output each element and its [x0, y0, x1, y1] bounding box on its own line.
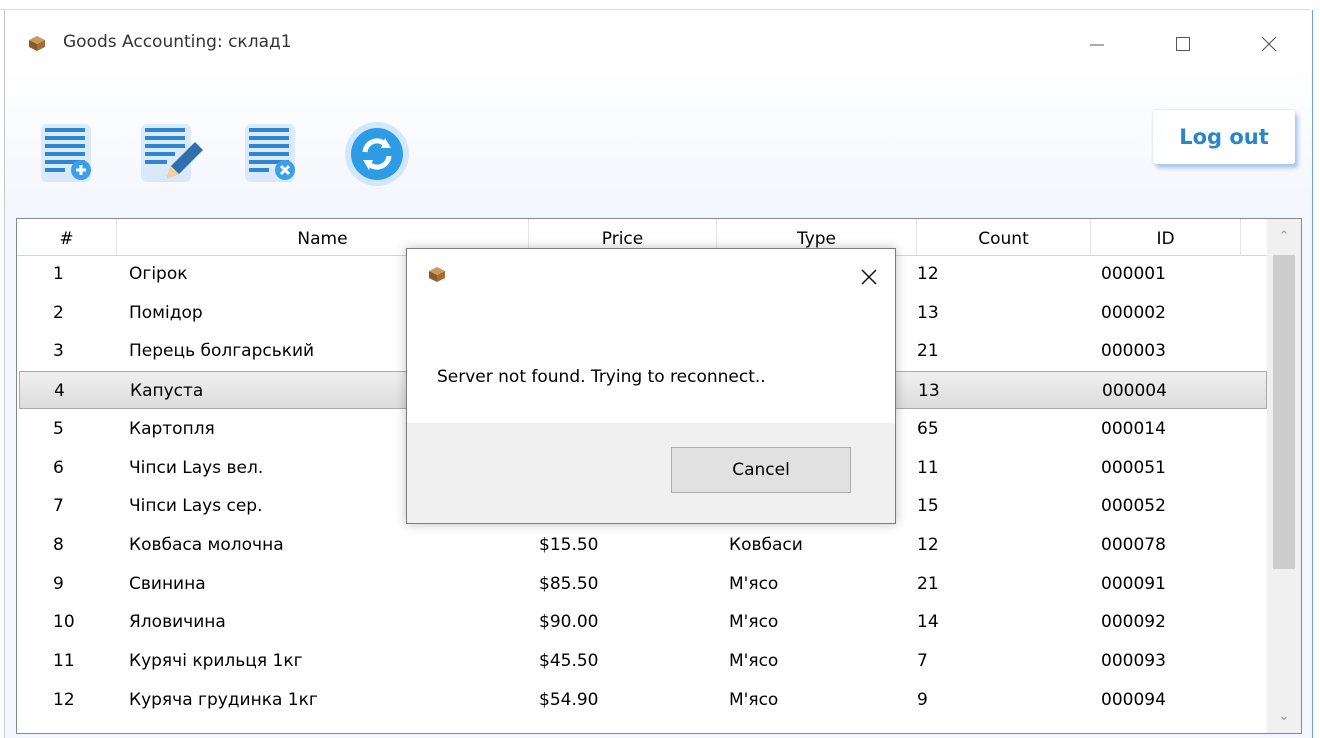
scroll-up-icon[interactable]: ⌃	[1267, 221, 1301, 251]
cell-count: 15	[917, 496, 939, 517]
cell-id: 000014	[1101, 418, 1166, 439]
cell-id: 000052	[1101, 496, 1166, 517]
refresh-button[interactable]	[341, 118, 411, 194]
cell-name: Яловичина	[129, 612, 226, 633]
table-row[interactable]: 9 Свинина $85.50 М'ясо 21 000091	[19, 565, 1267, 603]
cell-id: 000094	[1101, 689, 1166, 710]
cell-type: М'ясо	[729, 651, 779, 671]
add-item-button[interactable]	[37, 118, 107, 194]
cell-number: 11	[53, 651, 75, 671]
title-bar: Goods Accounting: склад1	[5, 10, 1312, 74]
table-row[interactable]: 12 Куряча грудинка 1кг $54.90 М'ясо 9 000094	[19, 681, 1267, 719]
table-row[interactable]: 11 Курячі крильця 1кг $45.50 М'ясо 7 000093	[19, 642, 1267, 680]
delete-document-icon	[245, 124, 295, 182]
column-header-count[interactable]: Count	[917, 219, 1091, 255]
cell-id: 000093	[1101, 651, 1166, 671]
window-title: Goods Accounting: склад1	[63, 32, 292, 52]
cell-name: Чіпси Lays вел.	[129, 457, 264, 478]
cell-count: 65	[917, 418, 939, 439]
cell-number: 10	[53, 612, 75, 633]
delete-item-button[interactable]	[241, 118, 311, 194]
scroll-down-icon[interactable]: ⌄	[1267, 701, 1301, 731]
box-icon	[29, 36, 45, 51]
cell-name: Курячі крильця 1кг	[129, 651, 303, 671]
add-document-icon	[41, 124, 91, 182]
cell-count: 13	[917, 302, 939, 323]
table-row[interactable]: 10 Яловичина $90.00 М'ясо 14 000092	[19, 603, 1267, 641]
cell-name: Капуста	[130, 381, 204, 402]
vertical-scrollbar[interactable]: ⌃ ⌄	[1267, 219, 1301, 733]
cell-count: 21	[917, 573, 939, 594]
column-header-id[interactable]: ID	[1091, 219, 1241, 255]
reconnect-dialog: Server not found. Trying to reconnect.. …	[406, 248, 896, 524]
minimize-icon	[1090, 44, 1104, 46]
cell-price: $54.90	[539, 689, 599, 710]
minimize-button[interactable]	[1077, 24, 1117, 64]
cell-id: 000091	[1101, 573, 1166, 594]
cell-name: Огірок	[129, 264, 188, 284]
cell-number: 4	[54, 381, 65, 402]
cell-count: 11	[917, 457, 939, 478]
table-row[interactable]: 8 Ковбаса молочна $15.50 Ковбаси 12 000078	[19, 526, 1267, 564]
cell-number: 9	[53, 573, 64, 594]
cell-id: 000001	[1101, 264, 1166, 284]
cell-type: Ковбаси	[729, 534, 803, 555]
cancel-button[interactable]: Cancel	[671, 447, 851, 493]
cell-price: $90.00	[539, 612, 599, 633]
cell-name: Ковбаса молочна	[129, 534, 284, 555]
cell-name: Свинина	[129, 573, 206, 594]
cell-type: М'ясо	[729, 689, 779, 710]
cell-number: 1	[53, 264, 64, 284]
scroll-thumb[interactable]	[1273, 255, 1295, 569]
edit-document-icon	[141, 124, 203, 182]
cell-count: 13	[918, 381, 940, 402]
cell-name: Перець болгарський	[129, 341, 315, 362]
close-icon	[861, 269, 877, 285]
cell-count: 14	[917, 612, 939, 633]
cell-name: Картопля	[129, 418, 215, 439]
cell-type: М'ясо	[729, 573, 779, 594]
refresh-icon	[345, 122, 409, 186]
cell-name: Помідор	[129, 302, 203, 323]
maximize-icon	[1176, 37, 1190, 51]
cell-number: 3	[53, 341, 64, 362]
cell-name: Чіпси Lays сер.	[129, 496, 263, 517]
top-strip	[0, 0, 1310, 10]
cell-number: 8	[53, 534, 64, 555]
cell-number: 12	[53, 689, 75, 710]
logout-button[interactable]: Log out	[1153, 110, 1295, 164]
column-header-number[interactable]: #	[17, 219, 117, 255]
cell-price: $15.50	[539, 534, 599, 555]
dialog-close-button[interactable]	[851, 259, 887, 295]
close-icon	[1261, 36, 1277, 52]
cell-count: 9	[917, 689, 928, 710]
cell-id: 000003	[1101, 341, 1166, 362]
edit-item-button[interactable]	[137, 118, 207, 194]
cell-name: Куряча грудинка 1кг	[129, 689, 318, 710]
cell-number: 7	[53, 496, 64, 517]
cell-id: 000092	[1101, 612, 1166, 633]
cell-id: 000004	[1102, 381, 1167, 402]
box-icon	[429, 267, 445, 282]
cell-price: $45.50	[539, 651, 599, 671]
cell-type: М'ясо	[729, 612, 779, 633]
cell-count: 12	[917, 534, 939, 555]
close-button[interactable]	[1249, 24, 1289, 64]
cell-number: 2	[53, 302, 64, 323]
cell-id: 000002	[1101, 302, 1166, 323]
cell-id: 000078	[1101, 534, 1166, 555]
dialog-footer: Cancel	[407, 423, 895, 523]
cell-id: 000051	[1101, 457, 1166, 478]
cell-number: 6	[53, 457, 64, 478]
dialog-message: Server not found. Trying to reconnect..	[437, 367, 766, 387]
cell-count: 21	[917, 341, 939, 362]
cell-count: 7	[917, 651, 928, 671]
cell-price: $85.50	[539, 573, 599, 594]
cell-number: 5	[53, 418, 64, 439]
cell-count: 12	[917, 264, 939, 284]
maximize-button[interactable]	[1163, 24, 1203, 64]
